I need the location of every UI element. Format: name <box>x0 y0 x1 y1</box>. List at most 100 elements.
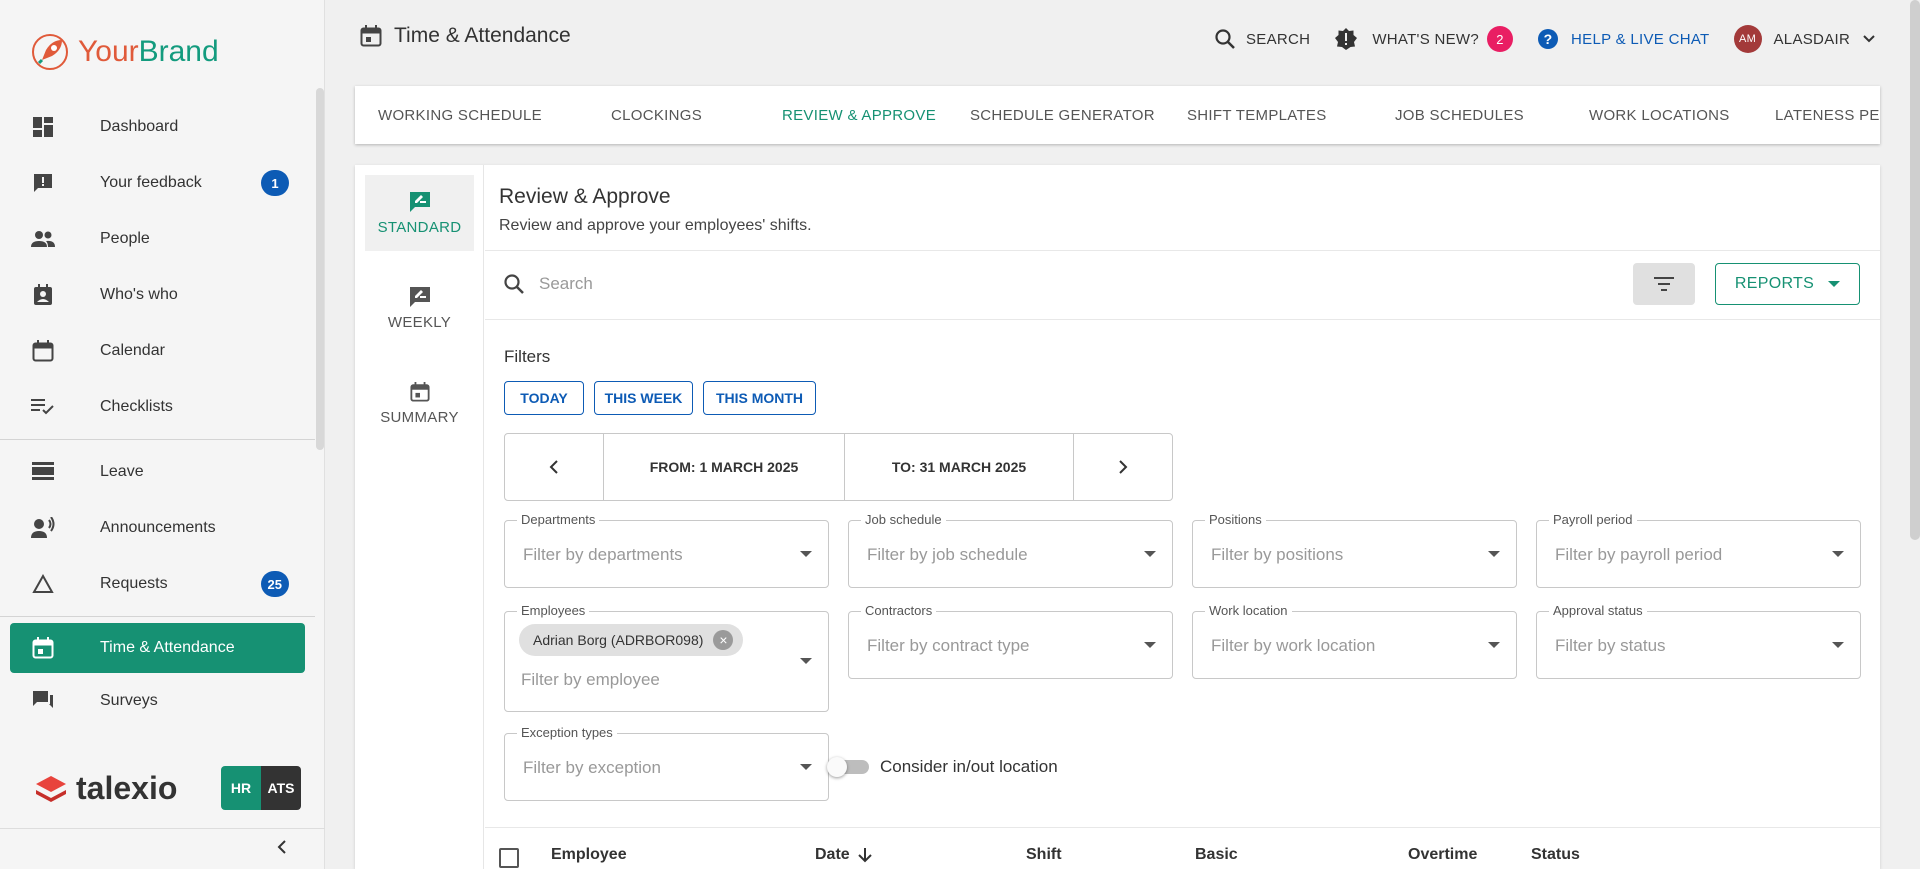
tab-working-schedule[interactable]: WORKING SCHEDULE <box>378 86 542 144</box>
positions-select[interactable]: Positions Filter by positions <box>1192 512 1517 588</box>
help-live-chat-button[interactable]: ? HELP & LIVE CHAT <box>1537 28 1709 50</box>
contractors-select[interactable]: Contractors Filter by contract type <box>848 603 1173 679</box>
section-subtitle: Review and approve your employees' shift… <box>499 217 812 234</box>
requests-icon <box>30 571 56 597</box>
tab-schedule-generator[interactable]: SCHEDULE GENERATOR <box>970 86 1155 144</box>
sidebar-footer-divider <box>0 828 325 829</box>
reports-button[interactable]: REPORTS <box>1715 263 1860 305</box>
next-period-button[interactable] <box>1074 434 1172 500</box>
table-header: Employee Date Shift Basic Overtime Statu… <box>485 827 1880 869</box>
field-placeholder: Filter by contract type <box>867 636 1030 655</box>
brand-logo[interactable]: YourBrand <box>30 32 219 72</box>
sidebar-item-people[interactable]: People <box>0 211 315 267</box>
header-actions: SEARCH WHAT'S NEW? 2 ? HELP & LIVE CHAT … <box>1214 24 1900 54</box>
sidebar-divider <box>0 439 315 440</box>
sidebar-item-time-attendance[interactable]: Time & Attendance <box>10 623 305 673</box>
this-month-button[interactable]: THIS MONTH <box>703 381 816 415</box>
field-label: Employees <box>517 603 590 618</box>
approval-status-select[interactable]: Approval status Filter by status <box>1536 603 1861 679</box>
calendar-icon <box>360 25 382 47</box>
announcement-icon <box>30 515 56 541</box>
payroll-period-select[interactable]: Payroll period Filter by payroll period <box>1536 512 1861 588</box>
tab-review-approve[interactable]: REVIEW & APPROVE <box>782 86 936 144</box>
whats-new-button[interactable]: WHAT'S NEW? 2 <box>1334 26 1514 52</box>
caret-down-icon <box>1828 281 1841 287</box>
column-basic[interactable]: Basic <box>1195 846 1238 864</box>
calendar-icon <box>409 381 430 402</box>
tab-work-locations[interactable]: WORK LOCATIONS <box>1589 86 1730 144</box>
divider <box>485 250 1880 251</box>
exception-types-select[interactable]: Exception types Filter by exception <box>504 725 829 801</box>
sidebar-item-calendar[interactable]: Calendar <box>0 323 315 379</box>
rocket-icon <box>32 34 68 70</box>
consider-location-toggle[interactable] <box>827 757 869 777</box>
sidebar-item-announcements[interactable]: Announcements <box>0 500 315 556</box>
caret-down-icon <box>1832 642 1844 648</box>
column-employee[interactable]: Employee <box>551 846 627 864</box>
employees-select[interactable]: Employees Adrian Borg (ADRBOR098) × Filt… <box>504 603 829 712</box>
view-tab-label: SUMMARY <box>380 408 459 426</box>
view-tab-weekly[interactable]: WEEKLY <box>365 270 474 346</box>
review-approve-card: STANDARD WEEKLY SUMMARY Review & Approve… <box>355 165 1880 869</box>
field-placeholder: Filter by departments <box>523 545 683 564</box>
product-switch[interactable]: HR ATS <box>221 766 301 810</box>
filter-list-icon <box>1654 277 1674 291</box>
sidebar-item-requests[interactable]: Requests 25 <box>0 556 315 612</box>
column-status[interactable]: Status <box>1531 846 1580 864</box>
column-shift[interactable]: Shift <box>1026 846 1062 864</box>
today-button[interactable]: TODAY <box>504 381 584 415</box>
tab-clockings[interactable]: CLOCKINGS <box>611 86 702 144</box>
sidebar-item-whos-who[interactable]: Who's who <box>0 267 315 323</box>
sidebar-divider <box>0 616 315 617</box>
checklist-icon <box>30 394 56 420</box>
leave-icon <box>30 459 56 485</box>
divider <box>485 319 1880 320</box>
tab-shift-templates[interactable]: SHIFT TEMPLATES <box>1187 86 1327 144</box>
remove-chip-icon[interactable]: × <box>713 630 734 650</box>
this-week-button[interactable]: THIS WEEK <box>594 381 693 415</box>
job-schedule-select[interactable]: Job schedule Filter by job schedule <box>848 512 1173 588</box>
departments-select[interactable]: Departments Filter by departments <box>504 512 829 588</box>
sidebar-item-leave[interactable]: Leave <box>0 444 315 500</box>
toggle-label: Consider in/out location <box>880 757 1058 776</box>
hr-switch-button[interactable]: HR <box>221 766 261 810</box>
sidebar: YourBrand Dashboard Your feedback 1 Peop… <box>0 0 325 869</box>
work-location-select[interactable]: Work location Filter by work location <box>1192 603 1517 679</box>
search-label: SEARCH <box>1246 30 1311 48</box>
avatar: AM <box>1733 25 1762 53</box>
search-input[interactable] <box>539 274 1339 294</box>
user-menu[interactable]: AM ALASDAIR <box>1733 25 1877 53</box>
collapse-sidebar-icon[interactable] <box>276 838 288 861</box>
view-tab-label: STANDARD <box>377 218 462 236</box>
talexio-logo: talexio <box>34 770 177 807</box>
column-date[interactable]: Date <box>815 846 872 864</box>
sidebar-item-surveys[interactable]: Surveys <box>0 673 315 729</box>
rate-review-icon <box>409 191 430 212</box>
view-tab-standard[interactable]: STANDARD <box>365 175 474 251</box>
field-label: Contractors <box>861 603 937 618</box>
filter-toggle-button[interactable] <box>1633 263 1695 305</box>
search-button[interactable]: SEARCH <box>1214 28 1310 50</box>
count-badge: 25 <box>260 571 289 597</box>
ats-switch-button[interactable]: ATS <box>261 766 301 810</box>
from-date-button[interactable]: FROM: 1 MARCH 2025 <box>604 434 845 500</box>
previous-period-button[interactable] <box>505 434 604 500</box>
sidebar-item-feedback[interactable]: Your feedback 1 <box>0 155 315 211</box>
sidebar-item-checklists[interactable]: Checklists <box>0 379 315 435</box>
tab-job-schedules[interactable]: JOB SCHEDULES <box>1395 86 1524 144</box>
date-range-picker: FROM: 1 MARCH 2025 TO: 31 MARCH 2025 <box>504 433 1173 501</box>
view-tab-summary[interactable]: SUMMARY <box>365 365 474 441</box>
field-label: Approval status <box>1549 603 1647 618</box>
sidebar-scrollbar[interactable] <box>316 88 324 450</box>
surveys-icon <box>30 688 56 714</box>
sidebar-item-dashboard[interactable]: Dashboard <box>0 111 315 143</box>
sidebar-nav: Dashboard Your feedback 1 People Who's w… <box>0 98 315 729</box>
to-date-button[interactable]: TO: 31 MARCH 2025 <box>845 434 1074 500</box>
tab-lateness-penalties[interactable]: LATENESS PENALTIES <box>1775 86 1880 144</box>
column-overtime[interactable]: Overtime <box>1408 846 1477 864</box>
select-all-checkbox[interactable] <box>499 848 519 868</box>
page-scrollbar[interactable] <box>1910 0 1920 540</box>
section-title: Review & Approve <box>499 185 671 208</box>
search-bar <box>503 273 1339 295</box>
caret-down-icon <box>1832 551 1844 557</box>
